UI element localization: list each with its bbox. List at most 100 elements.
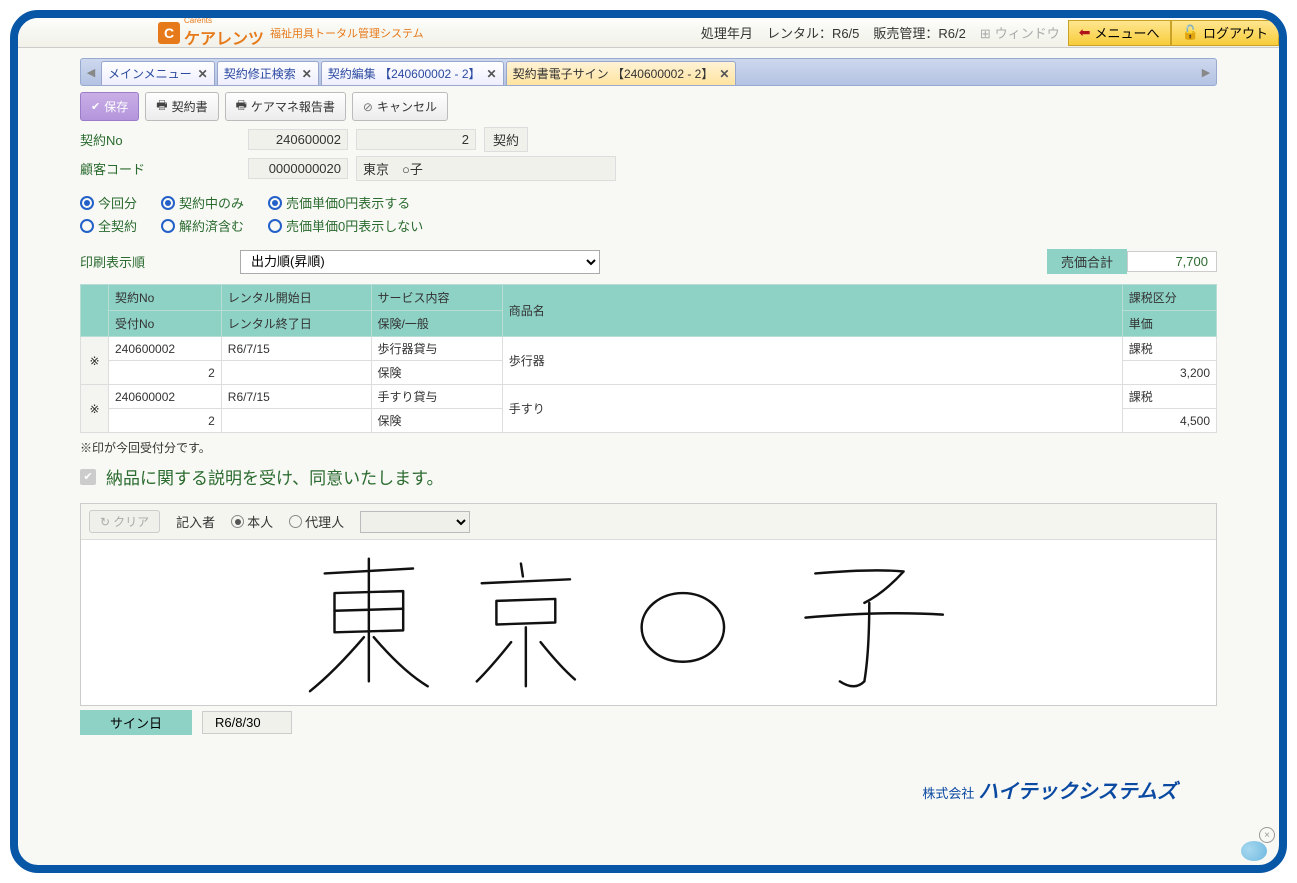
tab-contract-search[interactable]: 契約修正検索 ✕ [217,61,319,85]
cell-contract-no: 240600002 [109,337,222,361]
radio-active-only[interactable]: 契約中のみ [161,193,244,212]
cell-service: 歩行器貸与 [371,337,502,361]
col-service: サービス内容 [371,285,502,311]
signature-stroke [85,544,1212,701]
proxy-select[interactable] [360,511,470,533]
tab-scroll-right[interactable]: ▶ [1196,66,1216,79]
row-mark: ※ [81,385,109,433]
radio-icon [268,219,282,233]
radio-icon [80,196,94,210]
cell-start: R6/7/15 [221,337,371,361]
col-unit-price: 単価 [1122,311,1216,337]
signature-panel: クリア 記入者 本人 代理人 [80,503,1217,706]
action-toolbar: 保存 契約書 ケアマネ報告書 キャンセル [80,86,1217,127]
table-row[interactable]: ※ 240600002 R6/7/15 歩行器貸与 歩行器 課税 [81,337,1217,361]
close-ring-icon[interactable]: × [1259,827,1275,843]
tab-esign[interactable]: 契約書電子サイン 【240600002 - 2】 ✕ [506,61,737,85]
top-bar: C Carents ケアレンツ 福祉用具トータル管理システム 処理年月 レンタル… [18,18,1279,48]
print-caremanager-report-button[interactable]: ケアマネ報告書 [225,92,346,121]
brand-badge: C [158,22,180,44]
cell-start: R6/7/15 [221,385,371,409]
window-menu[interactable]: ウィンドウ [980,23,1060,42]
radio-label: 契約中のみ [179,193,244,212]
tab-label: 契約編集 【240600002 - 2】 [328,65,481,82]
cell-receipt-no: 2 [109,361,222,385]
arrow-left-icon: ⬅ [1079,24,1091,41]
tab-bar: ◀ メインメニュー ✕ 契約修正検索 ✕ 契約編集 【240600002 - 2】 ✕… [80,58,1217,86]
table-row[interactable]: ※ 240600002 R6/7/15 手すり貸与 手すり 課税 [81,385,1217,409]
cancel-button[interactable]: キャンセル [352,92,448,121]
radio-icon [268,196,282,210]
contract-type-value: 契約 [484,127,528,152]
contract-branch-value: 2 [356,129,476,150]
radio-icon [161,219,175,233]
tab-scroll-left[interactable]: ◀ [81,66,101,79]
radio-label: 全契約 [98,216,137,235]
radio-hide-zero[interactable]: 売価単価0円表示しない [268,216,423,235]
customer-code-label: 顧客コード [80,159,240,178]
radio-label: 今回分 [98,193,137,212]
radio-label: 代理人 [305,512,344,531]
total-value: 7,700 [1127,251,1217,272]
tab-main-menu[interactable]: メインメニュー ✕ [101,61,215,85]
radio-proxy[interactable]: 代理人 [289,512,344,531]
rental-period: レンタル：R6/5 [767,23,859,42]
sort-label: 印刷表示順 [80,252,240,271]
cell-item: 手すり [502,385,1122,433]
col-mark [81,285,109,337]
radio-self[interactable]: 本人 [231,512,273,531]
footer-prefix: 株式会社 [922,786,974,801]
tab-contract-edit[interactable]: 契約編集 【240600002 - 2】 ✕ [321,61,504,85]
sales-period: 販売管理：R6/2 [873,23,965,42]
cell-price: 4,500 [1122,409,1216,433]
col-tax: 課税区分 [1122,285,1216,311]
save-button[interactable]: 保存 [80,92,139,121]
logout-button[interactable]: 🔓ログアウト [1171,20,1279,46]
sort-select[interactable]: 出力順(昇順) [240,250,600,274]
col-rental-end: レンタル終了日 [221,311,371,337]
sign-date-label: サイン日 [80,710,192,735]
clear-button[interactable]: クリア [89,510,160,533]
lock-open-icon: 🔓 [1182,24,1199,41]
print-contract-button[interactable]: 契約書 [145,92,218,121]
radio-all-contracts[interactable]: 全契約 [80,216,137,235]
radio-current[interactable]: 今回分 [80,193,137,212]
tab-label: メインメニュー [108,65,192,82]
close-icon[interactable]: ✕ [198,67,208,81]
radio-label: 本人 [247,512,273,531]
items-table: 契約No レンタル開始日 サービス内容 商品名 課税区分 受付No レンタル終了… [80,284,1217,433]
close-icon[interactable]: ✕ [719,67,729,81]
menu-button[interactable]: ⬅メニューへ [1068,20,1171,46]
radio-label: 売価単価0円表示する [286,193,410,212]
radio-label: 解約済含む [179,216,244,235]
brand-logo: C Carents ケアレンツ 福祉用具トータル管理システム [18,17,424,49]
consent-text: 納品に関する説明を受け、同意いたします。 [106,464,443,489]
radio-include-cancelled[interactable]: 解約済含む [161,216,244,235]
cell-receipt-no: 2 [109,409,222,433]
contract-info: 契約No 240600002 2 契約 顧客コード 0000000020 東京 … [80,127,1217,274]
close-icon[interactable]: ✕ [487,67,497,81]
tab-label: 契約修正検索 [224,65,296,82]
footer-company: 株式会社ハイテックシステムズ [80,775,1217,804]
cell-end [221,361,371,385]
signature-toolbar: クリア 記入者 本人 代理人 [81,504,1216,540]
tab-label: 契約書電子サイン 【240600002 - 2】 [513,65,714,82]
radio-icon [231,515,244,528]
radio-show-zero[interactable]: 売価単価0円表示する [268,193,423,212]
sign-date-value: R6/8/30 [202,711,292,734]
cell-insurance: 保険 [371,361,502,385]
footnote: ※印が今回受付分です。 [80,439,1217,456]
signature-canvas[interactable] [81,540,1216,705]
brand-name: ケアレンツ [184,25,264,49]
logout-button-label: ログアウト [1203,23,1268,42]
help-badge[interactable]: × [1241,827,1275,861]
cell-contract-no: 240600002 [109,385,222,409]
customer-name-value: 東京 ○子 [356,156,616,181]
contract-no-label: 契約No [80,130,240,149]
consent-checkbox[interactable]: ✔ [80,469,96,485]
close-icon[interactable]: ✕ [302,67,312,81]
cell-end [221,409,371,433]
sign-date-row: サイン日 R6/8/30 [80,710,1217,735]
filter-radios: 今回分 全契約 契約中のみ 解約済含む 売価単価0円表示する 売価単価0円表示し… [80,189,1217,239]
radio-icon [80,219,94,233]
